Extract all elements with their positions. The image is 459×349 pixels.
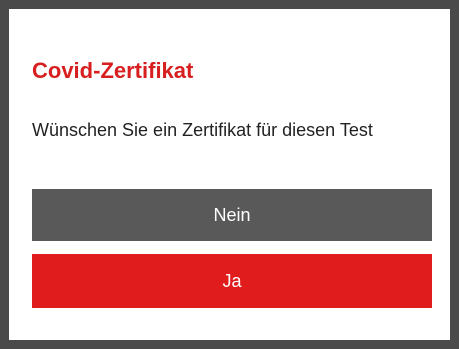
- yes-button[interactable]: Ja: [32, 254, 432, 308]
- covid-certificate-dialog: Covid-Zertifikat Wünschen Sie ein Zertif…: [9, 9, 450, 340]
- dialog-message: Wünschen Sie ein Zertifikat für diesen T…: [32, 120, 373, 140]
- dialog-title: Covid-Zertifikat: [32, 58, 194, 83]
- no-button[interactable]: Nein: [32, 189, 432, 241]
